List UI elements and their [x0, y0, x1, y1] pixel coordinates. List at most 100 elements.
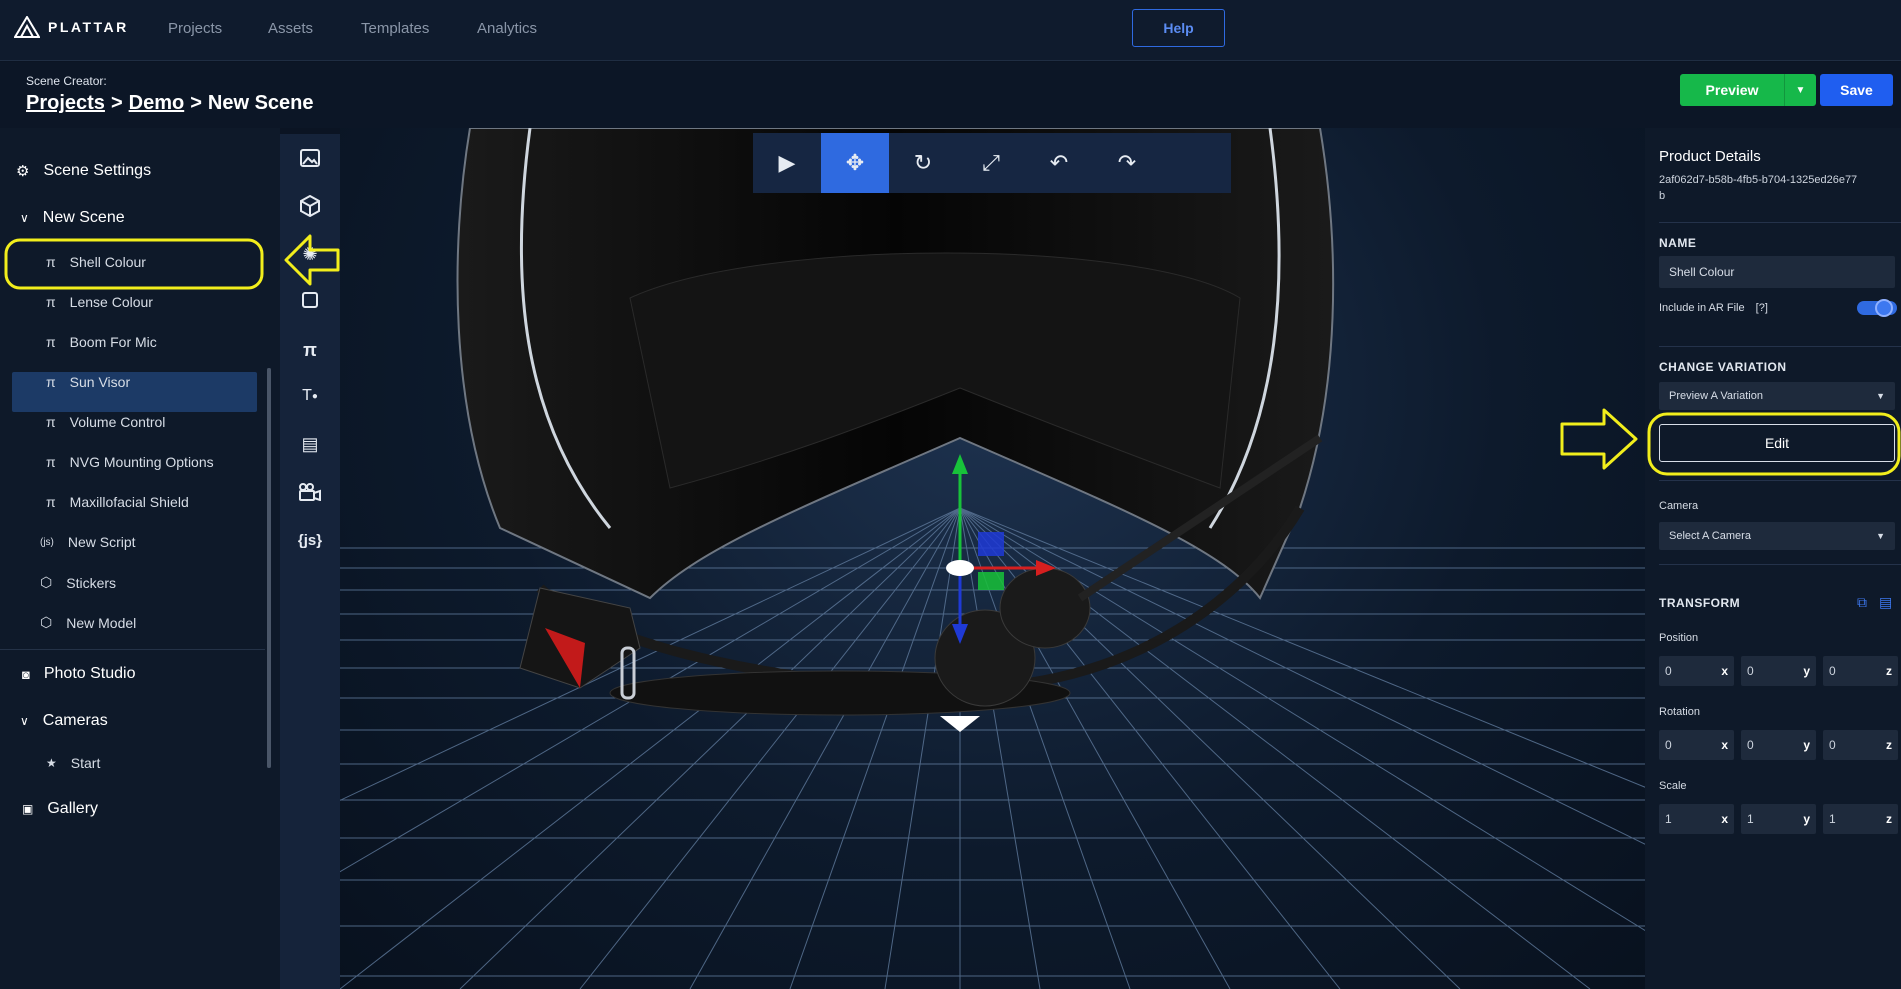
photo-studio-item[interactable]: ◙ Photo Studio — [22, 665, 135, 683]
axis-label: z — [1886, 812, 1892, 826]
cube-icon[interactable] — [280, 186, 340, 226]
viewport-scene — [340, 128, 1645, 989]
redo-icon[interactable]: ↷ — [1093, 133, 1161, 193]
sidebar-item-start-camera[interactable]: ★ Start — [46, 755, 100, 771]
panel-title: Product Details — [1659, 148, 1761, 165]
include-ar-label: Include in AR File [?] — [1659, 302, 1768, 314]
chevron-down-icon[interactable]: ∨ — [20, 714, 29, 728]
sidebar-item-label: Maxillofacial Shield — [69, 494, 189, 510]
position-y-field[interactable]: 0y — [1741, 656, 1816, 686]
scene-creator-label: Scene Creator: — [26, 74, 107, 88]
logo-text: PLATTAR — [48, 19, 129, 35]
variation-icon: π — [46, 454, 56, 470]
scale-icon[interactable]: ⤢ — [957, 133, 1025, 193]
variation-select-value: Preview A Variation — [1669, 390, 1763, 402]
preview-label[interactable]: Preview — [1680, 82, 1784, 98]
cameras-item[interactable]: ∨ Cameras — [20, 712, 108, 730]
photo-studio-label: Photo Studio — [43, 665, 136, 682]
change-variation-heading: CHANGE VARIATION — [1659, 360, 1787, 374]
chevron-down-icon[interactable]: ▼ — [1784, 74, 1816, 106]
cameras-label: Cameras — [42, 712, 108, 729]
cube-icon: ⬡ — [40, 614, 53, 630]
toggle-knob[interactable] — [1875, 299, 1893, 317]
value: 0 — [1665, 738, 1672, 752]
undo-icon[interactable]: ↶ — [1025, 133, 1093, 193]
name-field[interactable]: Shell Colour — [1659, 256, 1895, 288]
position-label: Position — [1659, 632, 1699, 644]
gallery-icon: ▣ — [22, 802, 34, 816]
gallery-label: Gallery — [47, 800, 99, 817]
camera-select[interactable]: Select A Camera ▼ — [1659, 522, 1895, 550]
position-x-field[interactable]: 0x — [1659, 656, 1734, 686]
rotate-icon[interactable]: ↻ — [889, 133, 957, 193]
breadcrumb-demo[interactable]: Demo — [129, 92, 185, 115]
value: 0 — [1747, 738, 1754, 752]
3d-viewport[interactable]: ▶ ✥ ↻ ⤢ ↶ ↷ — [340, 128, 1645, 989]
value: 1 — [1747, 812, 1754, 826]
image-icon[interactable] — [280, 138, 340, 178]
paste-icon[interactable]: ▤ — [1879, 594, 1892, 611]
rotation-y-field[interactable]: 0y — [1741, 730, 1816, 760]
nav-projects[interactable]: Projects — [168, 20, 222, 37]
video-camera-icon[interactable] — [280, 472, 340, 512]
nav-assets[interactable]: Assets — [268, 20, 313, 37]
plattar-logo[interactable]: PLATTAR — [14, 16, 129, 38]
product-id: 2af062d7-b58b-4fb5-b704-1325ed26e77b — [1659, 174, 1858, 202]
sidebar-item-new-script[interactable]: (js) New Script — [40, 534, 136, 550]
text-tool-label: T — [302, 387, 312, 404]
variation-icon[interactable]: π — [280, 330, 340, 370]
camera-select-value: Select A Camera — [1669, 530, 1751, 542]
breadcrumb-separator: > — [110, 92, 123, 114]
sidebar-item-maxillofacial-shield[interactable]: π Maxillofacial Shield — [46, 494, 189, 510]
nav-analytics[interactable]: Analytics — [477, 20, 537, 37]
arrow-right-annotation — [1560, 408, 1638, 470]
divider — [1659, 564, 1901, 565]
position-z-field[interactable]: 0z — [1823, 656, 1898, 686]
sidebar-item-label: New Script — [67, 534, 136, 550]
sidebar-item-new-model[interactable]: ⬡ New Model — [40, 614, 136, 631]
transform-toolbar: ▶ ✥ ↻ ⤢ ↶ ↷ — [753, 133, 1231, 193]
rotation-z-field[interactable]: 0z — [1823, 730, 1898, 760]
breadcrumb: Projects > Demo > New Scene — [26, 92, 314, 115]
gallery-item[interactable]: ▣ Gallery — [22, 800, 98, 818]
scale-x-field[interactable]: 1x — [1659, 804, 1734, 834]
sidebar-item-label: Stickers — [66, 574, 117, 591]
play-icon[interactable]: ▶ — [753, 133, 821, 193]
script-icon: (js) — [40, 536, 54, 548]
copy-icon[interactable]: ⧉ — [1857, 594, 1867, 611]
text-icon[interactable]: T ● — [280, 376, 340, 416]
variation-select[interactable]: Preview A Variation ▼ — [1659, 382, 1895, 410]
media-icon[interactable]: ▤ — [280, 424, 340, 464]
help-icon[interactable]: [?] — [1756, 302, 1768, 314]
breadcrumb-projects[interactable]: Projects — [26, 92, 105, 115]
sidebar-item-nvg-mounting[interactable]: π NVG Mounting Options — [46, 454, 214, 470]
scale-z-field[interactable]: 1z — [1823, 804, 1898, 834]
rotation-x-field[interactable]: 0x — [1659, 730, 1734, 760]
preview-button[interactable]: Preview ▼ — [1680, 74, 1816, 106]
camera-icon: ◙ — [22, 666, 30, 682]
sidebar-item-label: Start — [70, 755, 101, 771]
axis-label: y — [1803, 664, 1810, 678]
sidebar-item-stickers[interactable]: ⬡ Stickers — [40, 574, 116, 591]
transform-heading: TRANSFORM — [1659, 596, 1741, 610]
top-nav: PLATTAR Projects Assets Templates Analyt… — [0, 0, 1901, 61]
axis-label: y — [1803, 738, 1810, 752]
breadcrumb-current: New Scene — [207, 92, 314, 114]
axis-label: x — [1721, 738, 1728, 752]
value: 0 — [1665, 664, 1672, 678]
highlight-ellipse — [1647, 412, 1901, 476]
name-heading: NAME — [1659, 236, 1697, 250]
scale-y-field[interactable]: 1y — [1741, 804, 1816, 834]
nav-templates[interactable]: Templates — [361, 20, 429, 37]
highlight-ellipse — [4, 238, 264, 290]
divider — [1659, 346, 1901, 347]
axis-label: x — [1721, 812, 1728, 826]
script-icon[interactable]: {js} — [280, 520, 340, 560]
caret-down-icon: ▼ — [1876, 531, 1885, 541]
help-button[interactable]: Help — [1132, 9, 1225, 47]
arrow-left-annotation — [284, 234, 340, 286]
save-button[interactable]: Save — [1820, 74, 1893, 106]
value: 0 — [1747, 664, 1754, 678]
move-icon[interactable]: ✥ — [821, 133, 889, 193]
scale-label: Scale — [1659, 780, 1687, 792]
